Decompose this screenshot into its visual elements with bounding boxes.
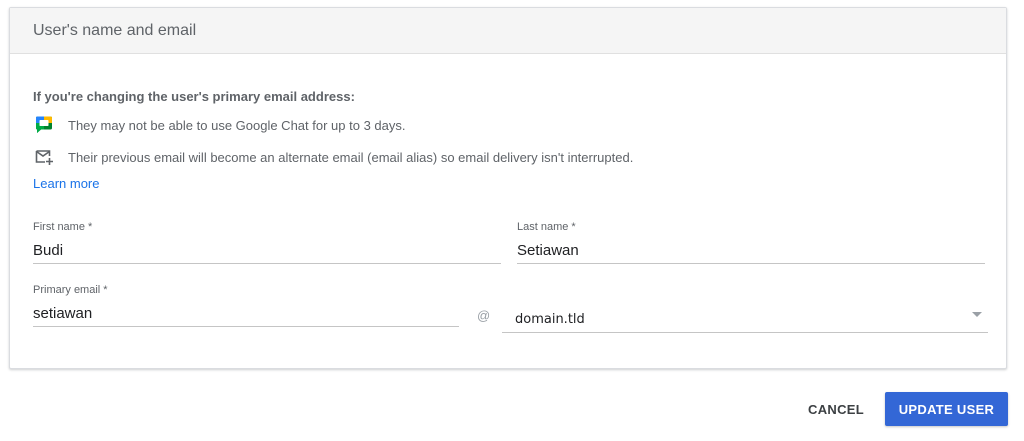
update-user-button[interactable]: UPDATE USER — [885, 392, 1008, 426]
dropdown-caret-icon — [972, 312, 982, 317]
info-heading: If you're changing the user's primary em… — [33, 89, 355, 104]
first-name-label: First name * — [33, 221, 93, 233]
at-sign: @ — [477, 308, 491, 323]
primary-email-input[interactable] — [33, 296, 459, 327]
last-name-field: Last name * — [517, 221, 985, 264]
learn-more-link[interactable]: Learn more — [33, 176, 99, 191]
cancel-button[interactable]: CANCEL — [795, 392, 877, 426]
domain-selected-value: domain.tld — [515, 311, 585, 327]
card-header: User's name and email — [10, 8, 1006, 54]
card-body: If you're changing the user's primary em… — [10, 54, 1006, 368]
chat-notice-text: They may not be able to use Google Chat … — [68, 117, 406, 133]
user-name-email-card: User's name and email If you're changing… — [9, 7, 1007, 369]
last-name-input[interactable] — [517, 233, 985, 264]
mail-notice-text: Their previous email will become an alte… — [68, 149, 634, 165]
mail-add-icon — [33, 146, 55, 168]
google-chat-icon — [33, 114, 55, 136]
chat-notice: They may not be able to use Google Chat … — [33, 114, 405, 136]
last-name-label: Last name * — [517, 221, 576, 233]
primary-email-label: Primary email * — [33, 284, 108, 296]
card-title: User's name and email — [33, 21, 197, 39]
domain-select[interactable]: domain.tld — [502, 302, 988, 333]
first-name-input[interactable] — [33, 233, 501, 264]
mail-notice: Their previous email will become an alte… — [33, 146, 633, 168]
first-name-field: First name * — [33, 221, 501, 264]
primary-email-field: Primary email * — [33, 284, 459, 327]
